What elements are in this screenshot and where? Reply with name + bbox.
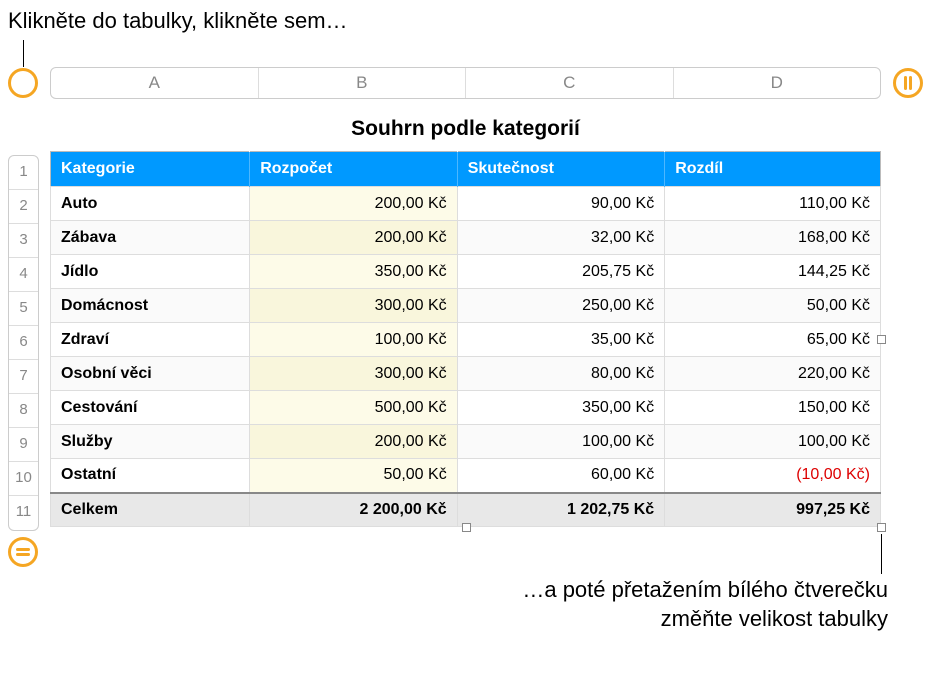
- header-budget[interactable]: Rozpočet: [250, 152, 458, 187]
- callout-line-top: [23, 40, 24, 67]
- table-row: Ostatní50,00 Kč60,00 Kč(10,00 Kč): [51, 459, 881, 493]
- table-area: Souhrn podle kategorií Kategorie Rozpoče…: [50, 107, 881, 527]
- cell-actual[interactable]: 90,00 Kč: [457, 187, 665, 221]
- row-header-5[interactable]: 5: [9, 292, 38, 326]
- cell-diff[interactable]: 168,00 Kč: [665, 221, 881, 255]
- cell-budget[interactable]: 50,00 Kč: [250, 459, 458, 493]
- row-header-2[interactable]: 2: [9, 190, 38, 224]
- data-table[interactable]: Kategorie Rozpočet Skutečnost Rozdíl Aut…: [50, 151, 881, 527]
- cell-budget[interactable]: 200,00 Kč: [250, 425, 458, 459]
- cell-actual[interactable]: 32,00 Kč: [457, 221, 665, 255]
- row-resize-handle[interactable]: [462, 523, 471, 532]
- column-header-a[interactable]: A: [51, 68, 259, 98]
- callout-top: Klikněte do tabulky, klikněte sem…: [8, 8, 348, 34]
- table-title: Souhrn podle kategorií: [50, 107, 881, 151]
- table-row: Domácnost300,00 Kč250,00 Kč50,00 Kč: [51, 289, 881, 323]
- cell-diff[interactable]: 50,00 Kč: [665, 289, 881, 323]
- cell-actual[interactable]: 205,75 Kč: [457, 255, 665, 289]
- cell-budget[interactable]: 200,00 Kč: [250, 187, 458, 221]
- total-label[interactable]: Celkem: [51, 493, 250, 527]
- cell-budget[interactable]: 350,00 Kč: [250, 255, 458, 289]
- cell-diff[interactable]: 220,00 Kč: [665, 357, 881, 391]
- column-resize-handle[interactable]: [877, 335, 886, 344]
- row-header-4[interactable]: 4: [9, 258, 38, 292]
- column-header-d[interactable]: D: [674, 68, 881, 98]
- cell-category[interactable]: Auto: [51, 187, 250, 221]
- cell-category[interactable]: Osobní věci: [51, 357, 250, 391]
- row-headers: 1234567891011: [8, 155, 39, 531]
- table-row: Zábava200,00 Kč32,00 Kč168,00 Kč: [51, 221, 881, 255]
- add-row-handle-icon[interactable]: [8, 537, 38, 567]
- row-header-8[interactable]: 8: [9, 394, 38, 428]
- header-actual[interactable]: Skutečnost: [457, 152, 665, 187]
- table-row: Auto200,00 Kč90,00 Kč110,00 Kč: [51, 187, 881, 221]
- total-budget[interactable]: 2 200,00 Kč: [250, 493, 458, 527]
- column-headers: A B C D: [50, 67, 881, 99]
- row-header-7[interactable]: 7: [9, 360, 38, 394]
- cell-diff[interactable]: (10,00 Kč): [665, 459, 881, 493]
- row-header-11[interactable]: 11: [9, 496, 38, 530]
- cell-actual[interactable]: 100,00 Kč: [457, 425, 665, 459]
- cell-diff[interactable]: 144,25 Kč: [665, 255, 881, 289]
- cell-budget[interactable]: 100,00 Kč: [250, 323, 458, 357]
- cell-budget[interactable]: 200,00 Kč: [250, 221, 458, 255]
- table-row-total: Celkem2 200,00 Kč1 202,75 Kč997,25 Kč: [51, 493, 881, 527]
- cell-budget[interactable]: 500,00 Kč: [250, 391, 458, 425]
- row-header-3[interactable]: 3: [9, 224, 38, 258]
- row-header-10[interactable]: 10: [9, 462, 38, 496]
- row-header-9[interactable]: 9: [9, 428, 38, 462]
- cell-diff[interactable]: 110,00 Kč: [665, 187, 881, 221]
- column-header-c[interactable]: C: [466, 68, 674, 98]
- cell-actual[interactable]: 350,00 Kč: [457, 391, 665, 425]
- callout-bottom-line2: změňte velikost tabulky: [661, 606, 888, 631]
- callout-line-bottom: [881, 534, 882, 574]
- cell-diff[interactable]: 100,00 Kč: [665, 425, 881, 459]
- table-row: Zdraví100,00 Kč35,00 Kč65,00 Kč: [51, 323, 881, 357]
- table-row: Cestování500,00 Kč350,00 Kč150,00 Kč: [51, 391, 881, 425]
- cell-actual[interactable]: 60,00 Kč: [457, 459, 665, 493]
- header-category[interactable]: Kategorie: [51, 152, 250, 187]
- cell-budget[interactable]: 300,00 Kč: [250, 357, 458, 391]
- cell-category[interactable]: Ostatní: [51, 459, 250, 493]
- cell-actual[interactable]: 80,00 Kč: [457, 357, 665, 391]
- header-diff[interactable]: Rozdíl: [665, 152, 881, 187]
- total-actual[interactable]: 1 202,75 Kč: [457, 493, 665, 527]
- cell-category[interactable]: Jídlo: [51, 255, 250, 289]
- cell-category[interactable]: Domácnost: [51, 289, 250, 323]
- table-resize-handle[interactable]: [877, 523, 886, 532]
- table-header-row: Kategorie Rozpočet Skutečnost Rozdíl: [51, 152, 881, 187]
- cell-category[interactable]: Zábava: [51, 221, 250, 255]
- cell-category[interactable]: Cestování: [51, 391, 250, 425]
- cell-actual[interactable]: 35,00 Kč: [457, 323, 665, 357]
- cell-diff[interactable]: 150,00 Kč: [665, 391, 881, 425]
- callout-bottom-line1: …a poté přetažením bílého čtverečku: [522, 577, 888, 602]
- table-select-handle-icon[interactable]: [8, 68, 38, 98]
- cell-category[interactable]: Služby: [51, 425, 250, 459]
- cell-budget[interactable]: 300,00 Kč: [250, 289, 458, 323]
- column-header-b[interactable]: B: [259, 68, 467, 98]
- total-diff[interactable]: 997,25 Kč: [665, 493, 881, 527]
- row-header-1[interactable]: 1: [9, 156, 38, 190]
- table-row: Služby200,00 Kč100,00 Kč100,00 Kč: [51, 425, 881, 459]
- cell-category[interactable]: Zdraví: [51, 323, 250, 357]
- cell-diff[interactable]: 65,00 Kč: [665, 323, 881, 357]
- callout-bottom: …a poté přetažením bílého čtverečku změň…: [522, 576, 888, 633]
- table-row: Osobní věci300,00 Kč80,00 Kč220,00 Kč: [51, 357, 881, 391]
- table-row: Jídlo350,00 Kč205,75 Kč144,25 Kč: [51, 255, 881, 289]
- row-header-6[interactable]: 6: [9, 326, 38, 360]
- cell-actual[interactable]: 250,00 Kč: [457, 289, 665, 323]
- add-column-handle-icon[interactable]: [893, 68, 923, 98]
